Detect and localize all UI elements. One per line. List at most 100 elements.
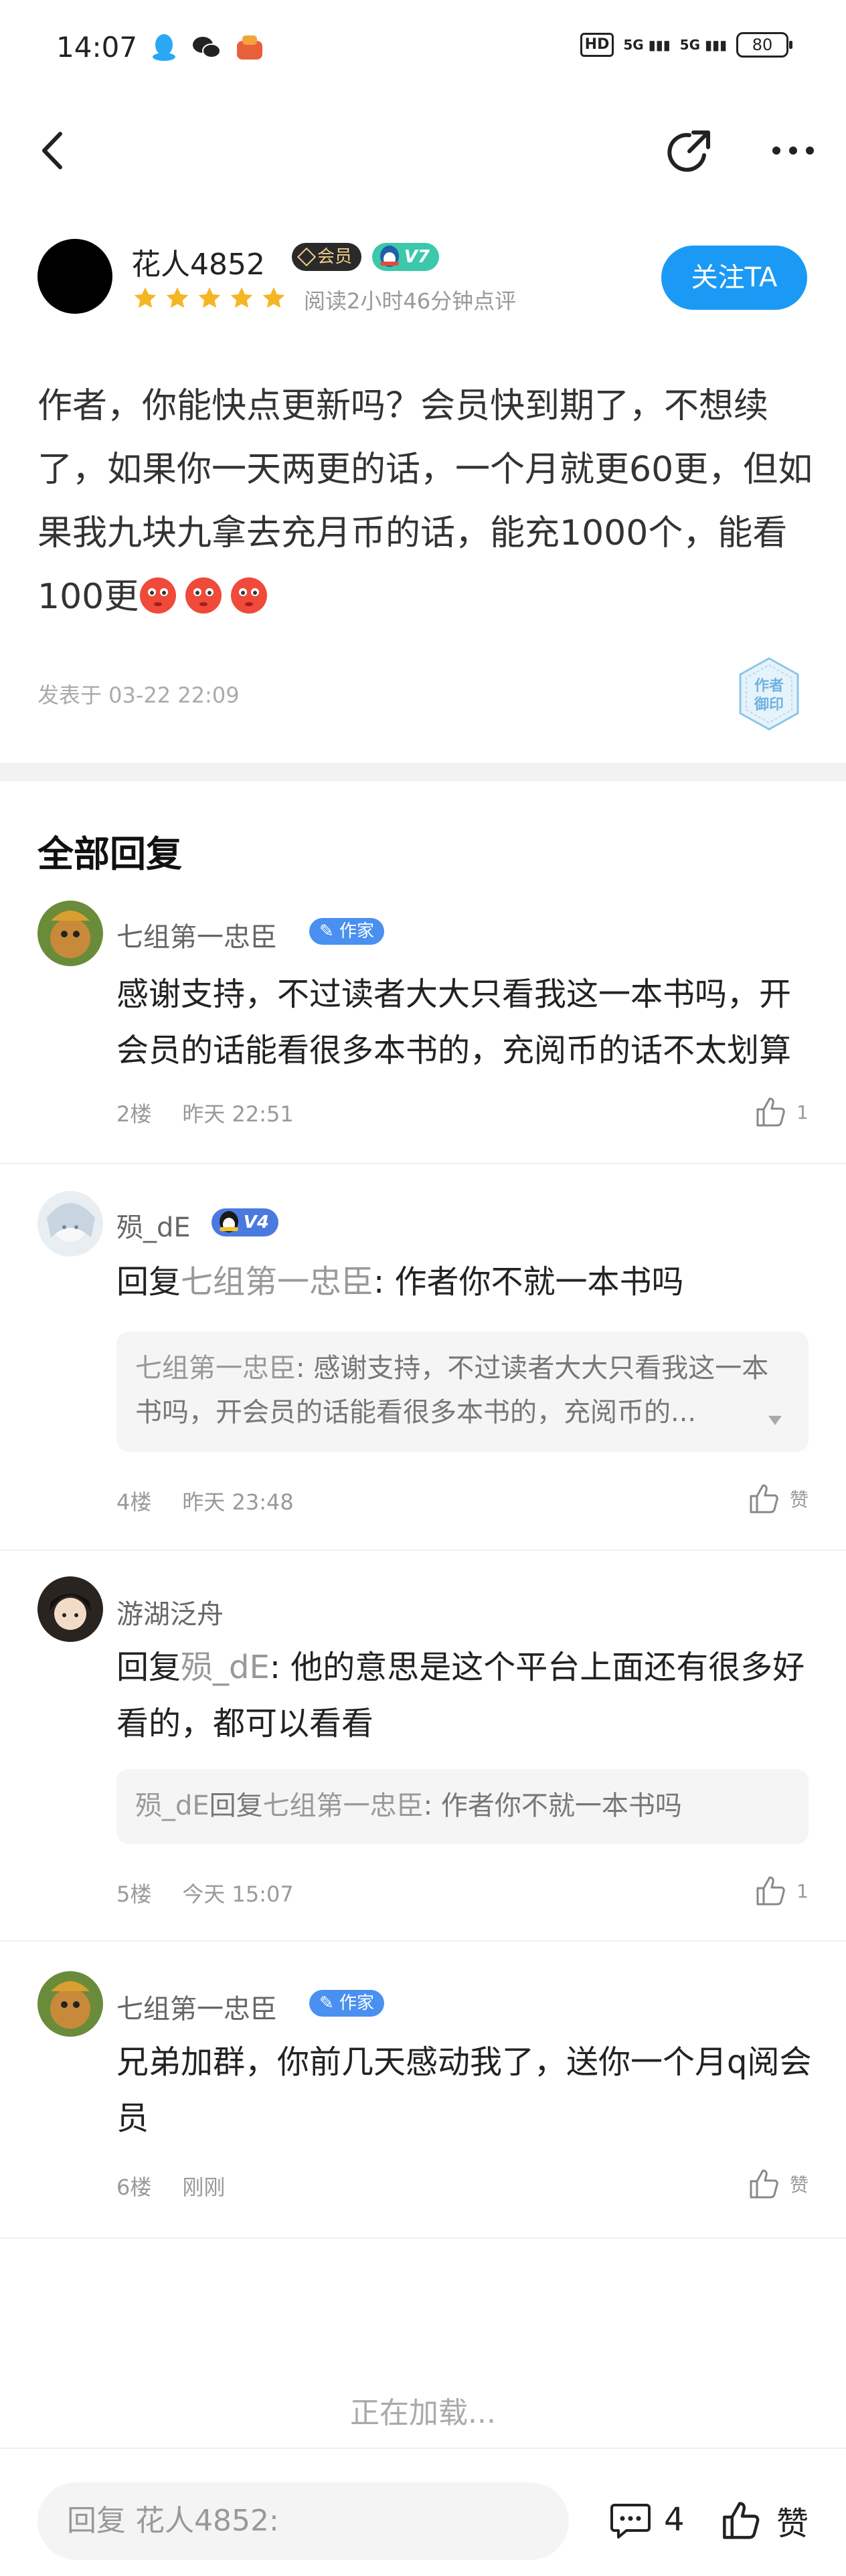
avatar[interactable]	[37, 1971, 103, 2037]
reply-author-name[interactable]: 殒_dE	[116, 1206, 191, 1245]
loading-indicator: 正在加载...	[350, 2396, 496, 2430]
like-button[interactable]: 1	[754, 1095, 809, 1129]
like-label: 赞	[789, 2174, 809, 2196]
back-icon[interactable]	[33, 127, 74, 174]
like-button[interactable]: 1	[754, 1873, 809, 1908]
more-icon[interactable]	[770, 127, 817, 174]
like-button[interactable]: 赞	[747, 1481, 809, 1516]
signal-icon-1: 5G ▮▮▮	[623, 37, 671, 53]
quoted-author: 殒_dE	[135, 1790, 209, 1821]
reply-time: 刚刚	[182, 2175, 226, 2200]
reply-input[interactable]: 回复 花人4852:	[37, 2482, 569, 2560]
like-label: 赞	[776, 2505, 809, 2543]
avatar[interactable]	[37, 1191, 103, 1257]
star-icon	[230, 287, 253, 308]
reply-time: 今天 15:07	[182, 1881, 294, 1907]
reply-text: 兄弟加群，你前几天感动我了，送你一个月q阅会员	[116, 2043, 812, 2137]
writer-badge: ✎ 作家	[309, 918, 384, 945]
avatar[interactable]	[37, 901, 103, 966]
thumbs-up-icon	[723, 2502, 760, 2539]
battery-icon: 80	[736, 32, 792, 58]
top-nav	[0, 100, 846, 201]
vip-badge: 会员	[292, 243, 362, 271]
reply-divider	[0, 1940, 846, 1942]
status-time: 14:07	[56, 31, 138, 64]
star-icon	[262, 287, 285, 308]
expand-arrow-icon[interactable]	[768, 1416, 782, 1425]
penguin-icon	[220, 1211, 238, 1232]
author-stamp-icon: 作者 御印	[739, 657, 799, 731]
floor-number: 6楼	[116, 2175, 152, 2200]
svg-text:御印: 御印	[754, 696, 784, 713]
reply-author-name[interactable]: 游湖泛舟	[116, 1592, 224, 1631]
penguin-icon	[380, 246, 399, 267]
level-badge: V4	[212, 1208, 278, 1236]
floor-number: 4楼	[116, 1489, 152, 1515]
reply-author-name[interactable]: 七组第一忠臣	[116, 915, 277, 954]
thumbs-up-icon	[750, 2169, 778, 2199]
status-right: HD 5G ▮▮▮ 5G ▮▮▮ 80	[580, 32, 792, 58]
reply-item: 殒_dE V4 回复七组第一忠臣: 作者你不就一本书吗 七组第一忠臣: 感谢支持…	[0, 1191, 846, 1552]
reply-to-name[interactable]: 七组第一忠臣	[181, 1263, 373, 1301]
reply-text: 感谢支持，不过读者大大只看我这一本书吗，开会员的话能看很多本书的，充阅币的话不太…	[116, 976, 792, 1069]
post-author: 花人4852 会员 V7 阅读2小时46分钟点评 关注TA	[0, 231, 846, 331]
comment-button[interactable]: 4	[609, 2498, 685, 2541]
comment-count: 4	[664, 2501, 685, 2539]
replies-title: 全部回复	[37, 833, 182, 875]
writer-badge: ✎ 作家	[309, 1990, 384, 2017]
post-content: 作者，你能快点更新吗？会员快到期了，不想续了，如果你一天两更的话，一个月就更60…	[37, 375, 814, 629]
reply-meta: 4楼 昨天 23:48	[116, 1485, 294, 1516]
star-icon	[134, 287, 157, 308]
status-bar: 14:07 HD 5G ▮▮▮ 5G ▮▮▮ 80	[0, 0, 846, 100]
reply-item: 七组第一忠臣 ✎ 作家 感谢支持，不过读者大大只看我这一本书吗，开会员的话能看很…	[0, 897, 846, 1164]
reply-meta: 6楼 刚刚	[116, 2171, 225, 2201]
avatar[interactable]	[37, 1576, 103, 1642]
flushed-face-icon	[140, 577, 177, 614]
like-count: 1	[796, 1879, 809, 1902]
section-divider	[0, 763, 846, 781]
comment-icon	[610, 2504, 651, 2539]
reply-item: 七组第一忠臣 ✎ 作家 兄弟加群，你前几天感动我了，送你一个月q阅会员 6楼 刚…	[0, 1971, 846, 2239]
thumbs-up-icon	[756, 1876, 785, 1906]
avatar[interactable]	[37, 239, 112, 314]
follow-button[interactable]: 关注TA	[661, 246, 807, 310]
reply-text: 回复殒_dE: 他的意思是这个平台上面还有很多好看的，都可以看看	[116, 1649, 805, 1742]
hd-indicator: HD	[580, 33, 614, 57]
reply-meta: 2楼 昨天 22:51	[116, 1097, 294, 1128]
like-count: 1	[796, 1101, 809, 1123]
floor-number: 5楼	[116, 1881, 152, 1907]
svg-text:作者: 作者	[754, 678, 784, 695]
like-button[interactable]: 赞	[747, 2167, 809, 2201]
post-like-button[interactable]: 赞	[720, 2497, 809, 2544]
flushed-face-icon	[185, 577, 222, 614]
quoted-text: : 作者你不就一本书吗	[423, 1790, 682, 1821]
star-icon	[166, 287, 189, 308]
thumbs-up-icon	[750, 1484, 778, 1513]
rating-stars	[133, 286, 286, 311]
reply-text: 回复七组第一忠臣: 作者你不就一本书吗	[116, 1263, 684, 1301]
status-app-icons	[149, 32, 265, 63]
reply-to-name[interactable]: 殒_dE	[181, 1649, 270, 1686]
read-time: 阅读2小时46分钟点评	[304, 288, 517, 314]
reply-divider	[0, 1550, 846, 1551]
reply-author-name[interactable]: 七组第一忠臣	[116, 1987, 277, 2026]
quoted-reply[interactable]: 七组第一忠臣: 感谢支持，不过读者大大只看我这一本书吗，开会员的话能看很多本书的…	[116, 1331, 809, 1452]
post-date: 发表于 03-22 22:09	[37, 682, 240, 708]
share-icon[interactable]	[663, 126, 716, 179]
qq-icon	[149, 32, 179, 63]
quoted-author: 七组第一忠臣	[135, 1353, 296, 1384]
quoted-reply[interactable]: 殒_dE回复七组第一忠臣: 作者你不就一本书吗	[116, 1769, 809, 1844]
level-badge: V7	[372, 243, 439, 271]
reply-meta: 5楼 今天 15:07	[116, 1877, 294, 1908]
quoted-author: 七组第一忠臣	[262, 1790, 424, 1821]
reply-time: 昨天 22:51	[182, 1101, 294, 1127]
thumbs-up-icon	[756, 1097, 785, 1127]
game-app-icon	[234, 32, 265, 63]
reply-divider	[0, 1163, 846, 1164]
flushed-face-icon	[231, 577, 268, 614]
star-icon	[198, 287, 221, 308]
author-name[interactable]: 花人4852	[131, 240, 265, 283]
reply-time: 昨天 23:48	[182, 1489, 294, 1515]
bottom-bar: 回复 花人4852: 4 赞	[0, 2448, 846, 2576]
reply-divider	[0, 2237, 846, 2239]
